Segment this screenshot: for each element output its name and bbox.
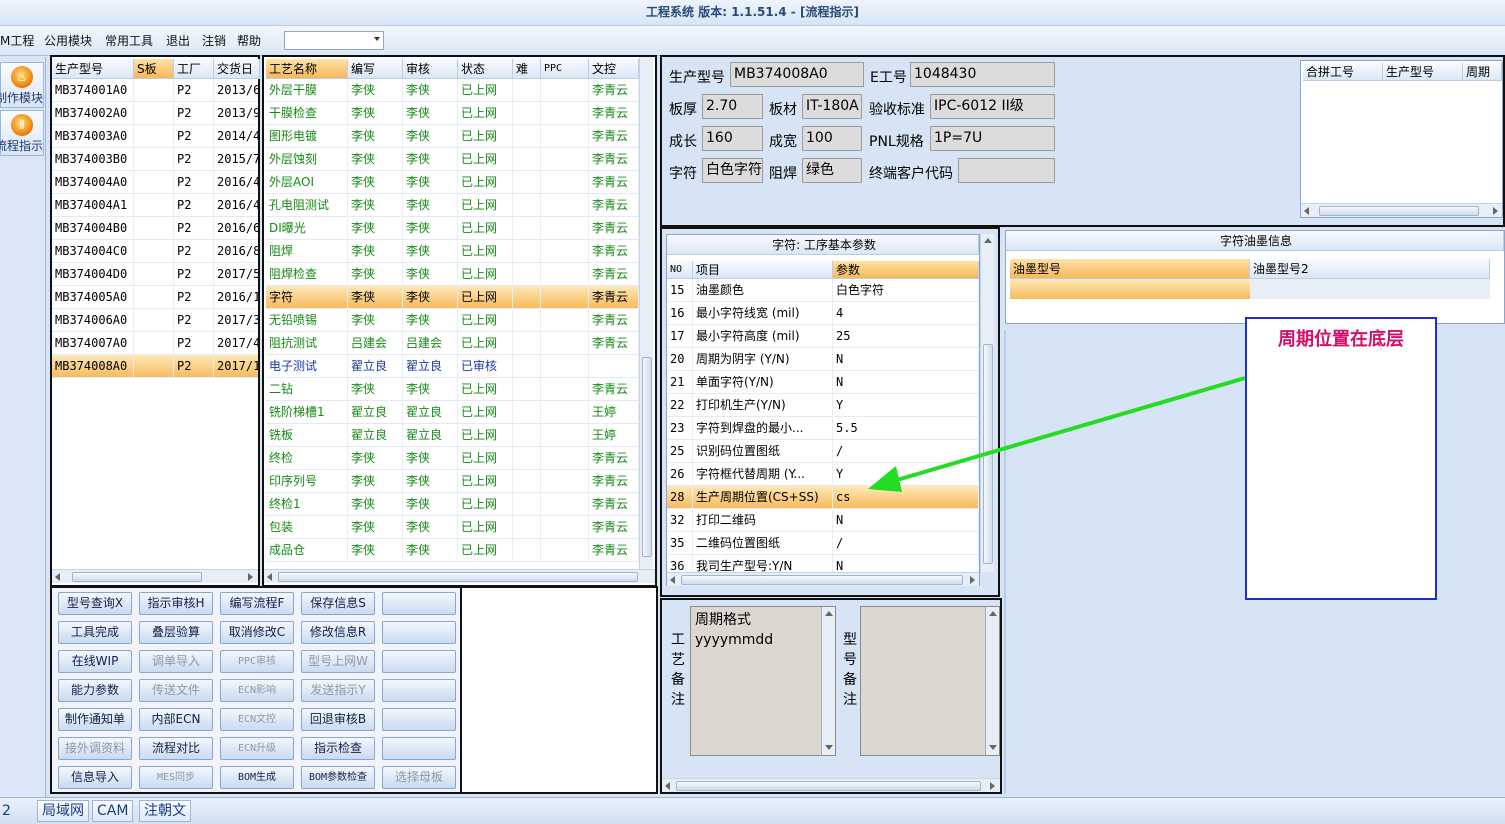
annotation-arrow xyxy=(868,376,1246,492)
status-bar: 2 局域网 CAM 注朝文 xyxy=(0,797,1505,824)
status-num: 2 xyxy=(2,803,11,819)
status-tab-user[interactable]: 注朝文 xyxy=(139,800,191,822)
arrow-line xyxy=(889,376,1246,484)
arrow-head-icon xyxy=(868,466,902,492)
status-tab-lan[interactable]: 局域网 xyxy=(37,800,89,822)
status-tab-cam[interactable]: CAM xyxy=(92,800,134,822)
